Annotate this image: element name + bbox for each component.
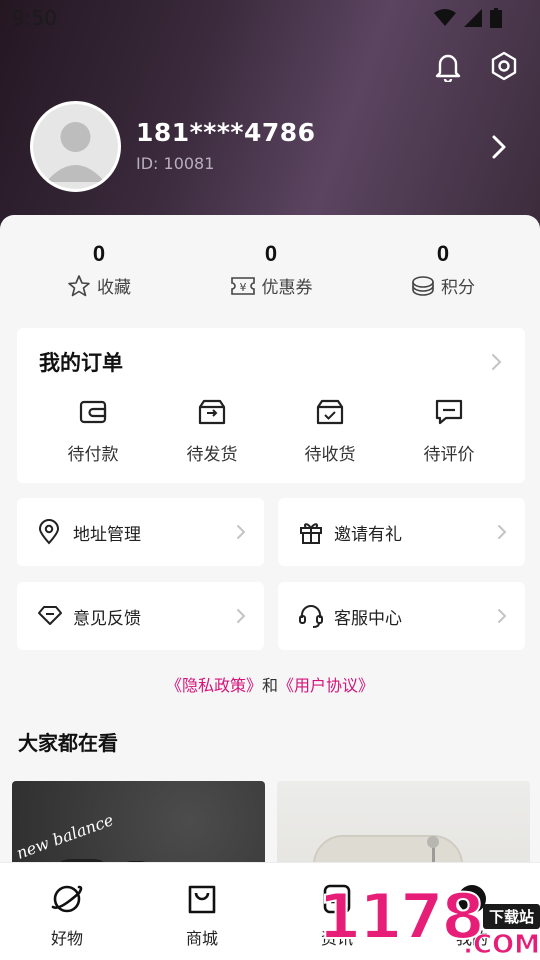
comment-icon [435, 399, 463, 425]
star-icon [68, 274, 90, 296]
tab-goods[interactable]: 好物 [22, 881, 112, 949]
stat-points-label: 积分 [441, 278, 475, 298]
chevron-right-icon [498, 609, 507, 623]
brand-logo-text: new balance [13, 810, 116, 863]
username: 181****4786 [136, 118, 316, 147]
order-pending-payment[interactable]: 待付款 [43, 398, 143, 465]
settings-gear-icon[interactable] [490, 50, 518, 82]
chevron-right-icon [237, 525, 246, 539]
headset-icon [299, 605, 323, 628]
watermark: 1178 下载站 .COM [317, 879, 540, 960]
svg-text:¥: ¥ [239, 281, 246, 294]
address-management-tile[interactable]: 地址管理 [17, 498, 264, 566]
default-avatar-icon [33, 104, 118, 189]
wifi-icon [434, 9, 456, 26]
chevron-right-icon [237, 609, 246, 623]
stat-coupons[interactable]: 0 ¥ 优惠券 [186, 215, 356, 298]
points-icon [412, 275, 434, 296]
notification-bell-icon[interactable] [434, 50, 462, 82]
ship-box-icon [198, 399, 226, 425]
user-id: ID: 10081 [136, 154, 215, 173]
recommend-section-title: 大家都在看 [18, 731, 118, 755]
status-time: 9:50 [12, 6, 57, 30]
watermark-suffix: .COM [463, 930, 540, 960]
stat-coupons-label: 优惠券 [261, 278, 313, 298]
policy-and-text: 和 [261, 676, 278, 695]
chevron-right-icon [498, 525, 507, 539]
battery-icon [490, 8, 502, 28]
watermark-tag: 下载站 [482, 904, 540, 929]
gift-icon [300, 523, 322, 544]
stat-points[interactable]: 0 积分 [358, 215, 528, 298]
receive-box-icon [316, 399, 344, 425]
feedback-icon [38, 606, 62, 625]
user-agreement-link[interactable]: 《用户协议》 [278, 676, 374, 695]
location-icon [38, 519, 60, 545]
orders-title: 我的订单 [39, 351, 123, 375]
invite-gift-tile[interactable]: 邀请有礼 [278, 498, 525, 566]
status-bar: 9:50 [0, 0, 540, 36]
customer-service-tile[interactable]: 客服中心 [278, 582, 525, 650]
wallet-icon [79, 400, 107, 424]
policy-links: 《隐私政策》和《用户协议》 [0, 672, 540, 696]
order-pending-review[interactable]: 待评价 [399, 398, 499, 465]
order-pending-shipment[interactable]: 待发货 [162, 398, 262, 465]
profile-chevron-right-icon[interactable] [490, 134, 510, 160]
bag-icon [188, 885, 216, 914]
my-orders-card: 我的订单 待付款 待发货 待收货 待评价 [17, 328, 525, 483]
planet-icon [51, 885, 83, 913]
stats-row: 0 收藏 0 ¥ 优惠券 0 积分 [0, 215, 540, 315]
signal-icon [464, 9, 482, 27]
watermark-digits: 1178 [317, 879, 486, 954]
stat-favorites-label: 收藏 [97, 278, 131, 298]
feedback-tile[interactable]: 意见反馈 [17, 582, 264, 650]
coupon-icon: ¥ [230, 276, 255, 295]
stat-favorites[interactable]: 0 收藏 [14, 215, 184, 298]
order-pending-receipt[interactable]: 待收货 [280, 398, 380, 465]
main-content: 0 收藏 0 ¥ 优惠券 0 积分 我的订单 待付款 待发货 待收货 待评价 地… [0, 215, 540, 960]
privacy-policy-link[interactable]: 《隐私政策》 [166, 676, 262, 695]
avatar[interactable] [30, 101, 121, 192]
tab-mall[interactable]: 商城 [157, 881, 247, 949]
orders-more-chevron-icon[interactable] [491, 352, 503, 372]
